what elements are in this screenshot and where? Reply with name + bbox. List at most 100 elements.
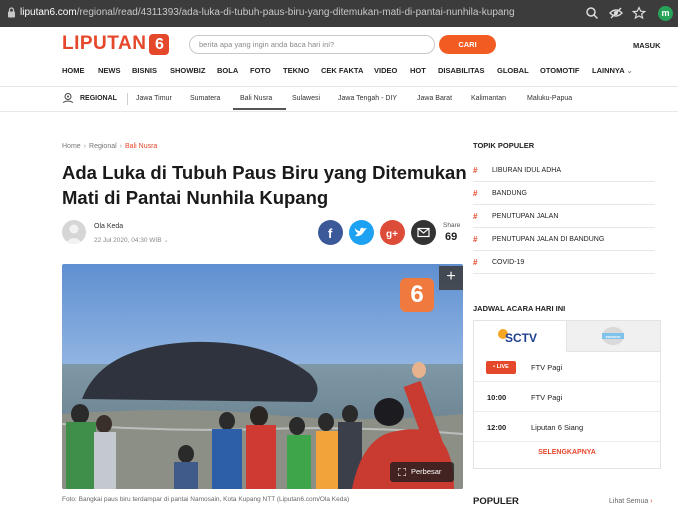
breadcrumb-home[interactable]: Home (62, 143, 81, 150)
google-plus-icon: g+ (386, 229, 398, 240)
topik-item[interactable]: # LIBURAN IDUL ADHA (473, 159, 655, 182)
nav-bisnis[interactable]: BISNIS (132, 66, 157, 75)
live-badge: • LIVE (486, 361, 516, 374)
subnav-item-jawa-barat[interactable]: Jawa Barat (417, 95, 452, 102)
topik-item[interactable]: # COVID-19 (473, 251, 655, 274)
nav-otomotif[interactable]: OTOMOTIF (540, 66, 579, 75)
nav-lainnya[interactable]: LAINNYA ⌄ (592, 66, 633, 75)
topik-label: PENUTUPAN JALAN (492, 213, 559, 220)
nav-showbiz[interactable]: SHOWBIZ (170, 66, 205, 75)
nav-home[interactable]: HOME (62, 66, 85, 75)
subnav-divider (0, 111, 678, 112)
article-title: Ada Luka di Tubuh Paus Biru yang Ditemuk… (62, 162, 467, 208)
publish-date: 22 Jul 2020, 04:30 WIB ⌄ (94, 236, 169, 244)
hashtag-icon: # (473, 212, 478, 221)
nav-global[interactable]: GLOBAL (497, 66, 529, 75)
schedule-row[interactable]: • LIVE FTV Pagi (474, 352, 660, 382)
profile-avatar[interactable]: m (658, 6, 673, 21)
active-indicator (233, 108, 286, 110)
subnav-item-sulawesi[interactable]: Sulawesi (292, 95, 320, 102)
liputan6-photo-badge: 6 (400, 278, 434, 312)
enlarge-label: Perbesar (411, 467, 442, 476)
sctv-label: SCTV (505, 331, 537, 345)
subnav-separator (127, 93, 128, 105)
share-count: 69 (445, 231, 458, 243)
nav-hot[interactable]: HOT (410, 66, 426, 75)
lock-icon[interactable] (7, 7, 16, 18)
search-icon[interactable] (585, 6, 599, 20)
topik-label: BANDUNG (492, 190, 528, 197)
breadcrumb-bali-nusra[interactable]: Bali Nusra (125, 143, 157, 150)
topik-item[interactable]: # BANDUNG (473, 182, 655, 205)
topik-item[interactable]: # PENUTUPAN JALAN (473, 205, 655, 228)
regional-subnav: REGIONAL Jawa Timur Sumatera Bali Nusra … (0, 87, 678, 111)
hashtag-icon: # (473, 189, 478, 198)
facebook-share-button[interactable]: f (318, 220, 343, 245)
program-time: 12:00 (487, 423, 507, 432)
author-avatar[interactable] (62, 220, 86, 244)
schedule-row[interactable]: 12:00 Liputan 6 Siang (474, 412, 660, 442)
subnav-item-jawa-timur[interactable]: Jawa Timur (136, 95, 172, 102)
nav-disabilitas[interactable]: DISABILITAS (438, 66, 485, 75)
facebook-icon: f (328, 226, 333, 241)
program-time: 10:00 (487, 393, 507, 402)
nav-video[interactable]: VIDEO (374, 66, 397, 75)
hashtag-icon: # (473, 166, 478, 175)
tab-sctv[interactable]: SCTV (474, 321, 567, 352)
hashtag-icon: # (473, 235, 478, 244)
subnav-item-jawa-tengah-diy[interactable]: Jawa Tengah - DIY (338, 95, 397, 102)
program-title: FTV Pagi (531, 363, 563, 372)
svg-text:f: f (328, 226, 333, 241)
search-input[interactable]: berita apa yang ingin anda baca hari ini… (189, 35, 435, 54)
topik-label: LIBURAN IDUL ADHA (492, 167, 561, 174)
site-logo[interactable]: LIPUTAN 6 (62, 33, 170, 55)
more-schedule-link[interactable]: SELENGKAPNYA (474, 449, 660, 456)
photo-caption: Foto: Bangkai paus biru terdampar di pan… (62, 496, 350, 503)
enlarge-photo-button[interactable]: Perbesar (390, 462, 454, 482)
chevron-right-icon: › (119, 143, 123, 150)
nav-news[interactable]: NEWS (98, 66, 121, 75)
person-icon (65, 224, 83, 244)
nav-tekno[interactable]: TEKNO (283, 66, 309, 75)
publish-date-text: 22 Jul 2020, 04:30 WIB (94, 237, 162, 244)
lihat-semua-label: Lihat Semua (609, 498, 649, 505)
program-title: Liputan 6 Siang (531, 423, 584, 432)
chevron-right-icon: › (650, 498, 653, 505)
nav-bola[interactable]: BOLA (217, 66, 238, 75)
twitter-share-button[interactable] (349, 220, 374, 245)
logo-number: 6 (149, 33, 170, 55)
nav-lainnya-label: LAINNYA (592, 66, 625, 75)
schedule-row[interactable]: 10:00 FTV Pagi (474, 382, 660, 412)
star-icon[interactable] (632, 6, 646, 20)
login-link[interactable]: MASUK (633, 41, 661, 50)
logo-text: LIPUTAN (62, 33, 147, 54)
subnav-item-sumatera[interactable]: Sumatera (190, 95, 220, 102)
lihat-semua-link[interactable]: Lihat Semua › (609, 498, 653, 505)
google-plus-share-button[interactable]: g+ (380, 220, 405, 245)
subnav-item-maluku-papua[interactable]: Maluku-Papua (527, 95, 572, 102)
url-domain: liputan6.com (20, 7, 77, 18)
breadcrumb-regional[interactable]: Regional (89, 143, 117, 150)
regional-label[interactable]: REGIONAL (80, 95, 117, 102)
populer-title: POPULER (473, 496, 519, 507)
twitter-icon (355, 227, 367, 237)
eye-off-icon[interactable] (609, 6, 623, 20)
topik-label: COVID-19 (492, 259, 525, 266)
nav-foto[interactable]: FOTO (250, 66, 271, 75)
author-name[interactable]: Ola Keda (94, 223, 123, 230)
address-bar[interactable]: liputan6.com/regional/read/4311393/ada-l… (20, 7, 515, 18)
browser-toolbar: liputan6.com/regional/read/4311393/ada-l… (0, 0, 678, 27)
search-button[interactable]: CARI (439, 35, 496, 54)
subnav-item-kalimantan[interactable]: Kalimantan (471, 95, 506, 102)
indosiar-logo: INDOSIAR (602, 327, 624, 345)
topik-item[interactable]: # PENUTUPAN JALAN DI BANDUNG (473, 228, 655, 251)
chevron-down-icon: ⌄ (626, 66, 633, 75)
add-icon[interactable]: + (439, 266, 463, 290)
subnav-item-bali-nusra[interactable]: Bali Nusra (240, 95, 272, 102)
email-share-button[interactable] (411, 220, 436, 245)
chevron-down-icon[interactable]: ⌄ (163, 237, 168, 244)
chevron-right-icon: › (83, 143, 87, 150)
tab-indosiar[interactable]: INDOSIAR (567, 321, 660, 352)
nav-cek-fakta[interactable]: CEK FAKTA (321, 66, 363, 75)
breadcrumb: Home › Regional › Bali Nusra (62, 143, 157, 150)
